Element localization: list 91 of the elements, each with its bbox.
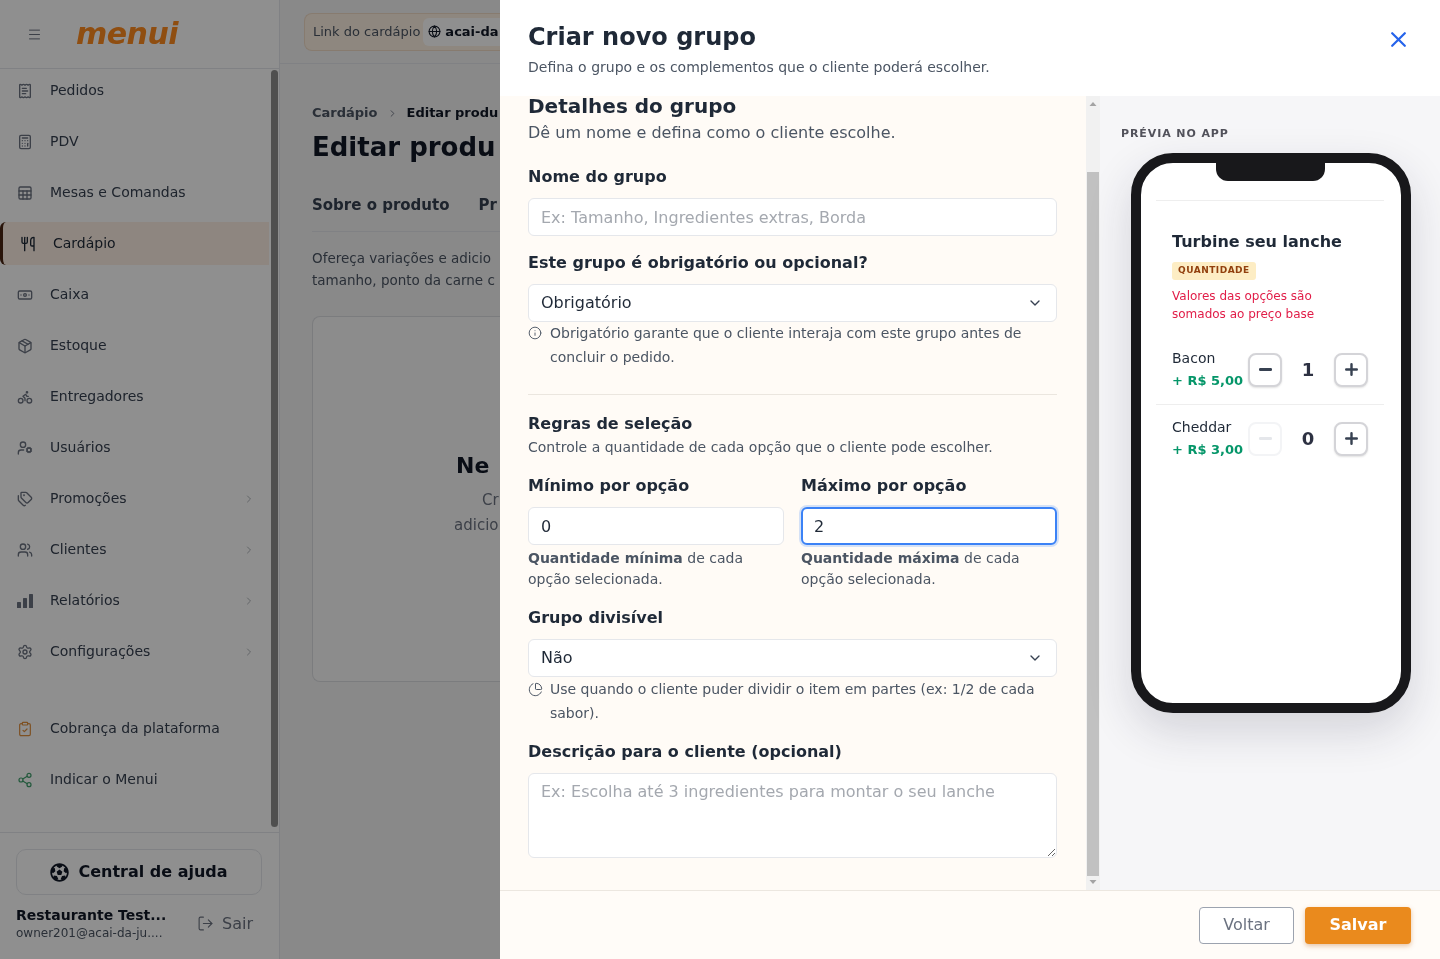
option-name: Bacon: [1172, 349, 1216, 368]
panel-subtitle: Defina o grupo e os complementos que o cliente poderá escolher.: [528, 58, 990, 77]
nav-item[interactable]: Cobrança da plataforma: [0, 707, 270, 750]
share-icon: [17, 771, 33, 788]
input-field[interactable]: 2: [801, 507, 1057, 545]
select-field[interactable]: Obrigatório: [528, 284, 1057, 322]
tab[interactable]: Pr: [478, 195, 497, 215]
nav-item[interactable]: PDV: [0, 120, 270, 163]
input-field[interactable]: 0: [528, 507, 784, 545]
increase-button[interactable]: [1334, 352, 1368, 387]
select-field[interactable]: Não: [528, 639, 1057, 677]
empty-state-text: adicio: [454, 515, 500, 536]
scrollbar[interactable]: [270, 70, 278, 827]
field-label: Descrição para o cliente (opcional): [528, 741, 843, 763]
hint-text: Obrigatório garante que o cliente interaja com este grupo antes de concluir o pedido.: [550, 324, 1023, 367]
close-icon[interactable]: [1391, 32, 1406, 47]
clipboard-check-icon: [17, 720, 33, 737]
menu-icon[interactable]: [27, 26, 42, 42]
preview-label: PRÉVIA NO APP: [1121, 127, 1229, 141]
nav-item[interactable]: Caixa: [0, 273, 270, 316]
nav-item[interactable]: Configurações: [0, 630, 270, 673]
plus-icon: [1344, 432, 1358, 445]
nav-item[interactable]: Relatórios: [0, 579, 270, 622]
hint-text: Quantidade máxima de cada opção selecionada.: [801, 549, 1021, 589]
field-label: Mínimo por opção: [528, 475, 691, 497]
panel-title: Criar novo grupo: [528, 22, 757, 52]
nav-item[interactable]: Clientes: [0, 528, 270, 571]
tab[interactable]: Sobre o produto: [312, 195, 450, 215]
settings-icon: [17, 643, 33, 660]
empty-state-text: Cr: [482, 490, 500, 511]
nav-item[interactable]: Promoções: [0, 477, 270, 520]
description-text: Ofereça variações e adicio tamanho, ponto da carne c: [312, 249, 496, 290]
logout-icon: [197, 915, 214, 932]
users-icon: [17, 541, 33, 558]
table-grid-icon: [17, 184, 33, 201]
tags-icon: [17, 490, 33, 507]
field-label: Máximo por opção: [801, 475, 968, 497]
scrollbar[interactable]: [1086, 96, 1100, 890]
quantity-value: 1: [1300, 357, 1316, 382]
bicycle-icon: [17, 388, 33, 405]
field-label: Nome do grupo: [528, 166, 668, 188]
help-center-button[interactable]: Central de ajuda: [16, 849, 262, 895]
nav-item[interactable]: Entregadores: [0, 375, 270, 418]
nav-item[interactable]: Estoque: [0, 324, 270, 367]
field-label: Grupo divisível: [528, 607, 665, 629]
back-button[interactable]: Voltar: [1199, 906, 1294, 944]
section-title: Regras de seleção: [528, 413, 694, 435]
receipt-icon: [17, 82, 33, 99]
account-email: owner201@acai-da-ju....: [16, 925, 164, 941]
account-name: Restaurante Test...: [16, 906, 167, 924]
minus-icon: [1258, 368, 1272, 371]
field-label: Este grupo é obrigatório ou opcional?: [528, 252, 869, 274]
plus-icon: [1344, 363, 1358, 376]
option-price: + R$ 3,00: [1172, 441, 1244, 459]
save-button[interactable]: Salvar: [1305, 906, 1411, 944]
section-subtitle: Controle a quantidade de cada opção que o cliente pode escolher.: [528, 438, 994, 457]
option-name: Cheddar: [1172, 418, 1232, 437]
pie-chart-icon: [528, 682, 543, 697]
page-title: Editar produ: [312, 131, 497, 163]
quantity-tag: QUANTIDADE: [1172, 262, 1256, 280]
nav-item[interactable]: Mesas e Comandas: [0, 171, 270, 214]
price-note: Valores das opções são somados ao preço base: [1172, 288, 1316, 323]
section-subtitle: Dê um nome e defina como o cliente escolhe.: [528, 122, 897, 144]
increase-button[interactable]: [1334, 421, 1368, 456]
breadcrumb-current: Editar produ: [406, 104, 499, 123]
logout-button[interactable]: Sair: [197, 911, 253, 936]
link-chip[interactable]: acai-da: [423, 17, 500, 46]
nav-item[interactable]: Pedidos: [0, 69, 270, 112]
link-label: Link do cardápio: [313, 22, 421, 41]
user-gear-icon: [17, 439, 33, 456]
decrease-button[interactable]: [1248, 352, 1282, 387]
section-title: Detalhes do grupo: [528, 96, 738, 116]
box-icon: [17, 337, 33, 354]
bar-chart-icon: [17, 592, 33, 609]
nav-item[interactable]: Usuários: [0, 426, 270, 469]
quantity-value: 0: [1300, 426, 1316, 451]
breadcrumb-link[interactable]: Cardápio: [312, 103, 378, 123]
empty-state-title: Ne: [456, 452, 491, 480]
info-icon: [528, 326, 542, 340]
fork-knife-icon: [20, 235, 36, 252]
calculator-icon: [17, 133, 33, 150]
option-price: + R$ 5,00: [1172, 372, 1244, 390]
input-field[interactable]: Ex: Tamanho, Ingredientes extras, Borda: [528, 198, 1057, 236]
hint-text: Use quando o cliente puder dividir o item em partes (ex: 1/2 de cada sabor).: [550, 680, 1036, 723]
nav-item[interactable]: Indicar o Menui: [0, 758, 270, 801]
nav-item[interactable]: Cardápio: [0, 222, 270, 265]
hint-text: Quantidade mínima de cada opção selecionada.: [528, 549, 744, 589]
group-title: Turbine seu lanche: [1172, 232, 1342, 252]
textarea-field[interactable]: Ex: Escolha até 3 ingredientes para montar o seu lanche: [528, 773, 1057, 858]
logo: menui: [76, 18, 179, 50]
globe-icon: [428, 25, 442, 38]
